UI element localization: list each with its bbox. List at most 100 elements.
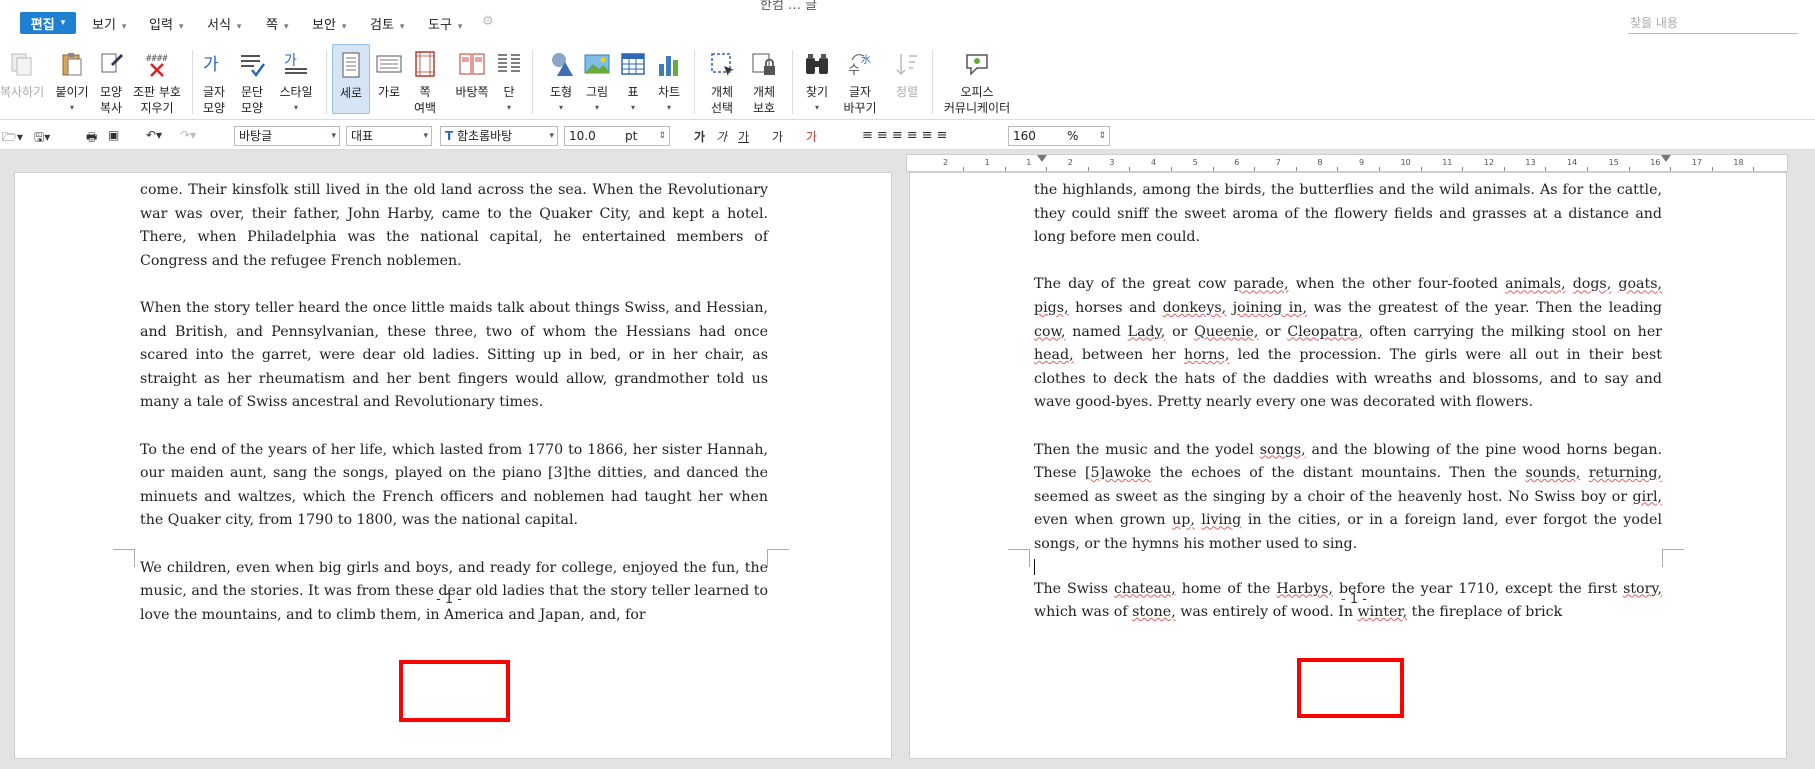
copy-button[interactable]: 복사하기 bbox=[0, 50, 44, 100]
clear-format-marks-button[interactable]: #### 조판 부호 지우기 bbox=[128, 50, 186, 116]
spellcheck-flagged-word[interactable]: [5]awoke bbox=[1085, 465, 1151, 481]
settings-icon[interactable]: ⚙ bbox=[482, 14, 494, 29]
undo-icon[interactable]: ↶▾ bbox=[146, 128, 162, 142]
ribbon-separator bbox=[532, 50, 533, 114]
font-select[interactable]: T 함초롬바탕 ▾ bbox=[440, 126, 558, 146]
print-icon[interactable]: 🖶 bbox=[86, 128, 97, 149]
spellcheck-flagged-word[interactable]: animals, bbox=[1505, 276, 1565, 292]
save-icon[interactable]: 🖫▾ bbox=[34, 128, 50, 149]
open-folder-icon[interactable]: 🗁▾ bbox=[2, 128, 23, 149]
spellcheck-flagged-word[interactable]: songs, bbox=[1260, 442, 1306, 458]
page-margin-button[interactable]: 쪽 여백 bbox=[410, 50, 440, 116]
text-run: named bbox=[1065, 323, 1128, 340]
chart-button[interactable]: 차트 ▾ bbox=[654, 50, 684, 116]
search-input[interactable]: 찾을 내용 bbox=[1628, 14, 1798, 34]
menu-edit[interactable]: 편집 ▾ bbox=[20, 12, 76, 34]
horizontal-ruler[interactable]: 2 1 1 2 3 4 5 6 7 8 9 10 11 12 13 14 15 16 17 18 bbox=[906, 154, 1788, 172]
replace-button[interactable]: 수水 글자 바꾸기 bbox=[840, 50, 880, 116]
landscape-button[interactable]: 가로 bbox=[374, 50, 404, 100]
select-object-button[interactable]: 개체 선택 bbox=[704, 50, 740, 116]
office-communicator-button[interactable]: 오피스 커뮤니케이터 bbox=[940, 50, 1014, 116]
ruler-indent-marker-right[interactable] bbox=[1661, 155, 1671, 162]
spellcheck-flagged-word[interactable]: up, bbox=[1172, 512, 1195, 528]
style-select[interactable]: 바탕글 ▾ bbox=[234, 126, 340, 146]
find-button[interactable]: 찾기 ▾ bbox=[802, 50, 832, 116]
language-select[interactable]: 대표 ▾ bbox=[346, 126, 432, 146]
menu-insert[interactable]: 입력 ▾ bbox=[149, 14, 183, 33]
spellcheck-flagged-word[interactable]: dogs, bbox=[1573, 276, 1612, 292]
spellcheck-flagged-word[interactable]: chateau, bbox=[1114, 581, 1176, 597]
font-color-button[interactable]: 가 bbox=[806, 128, 817, 145]
spellcheck-flagged-word[interactable]: living bbox=[1201, 512, 1241, 528]
page-right-body[interactable]: the highlands, among the birds, the butt… bbox=[1034, 179, 1662, 625]
paragraph[interactable]: the highlands, among the birds, the butt… bbox=[1034, 179, 1662, 250]
paragraph[interactable]: The day of the great cow parade, when th… bbox=[1034, 273, 1662, 415]
bold-button[interactable]: 가 bbox=[694, 128, 705, 145]
format-painter-button[interactable]: 모양 복사 bbox=[96, 50, 126, 116]
font-size-input[interactable]: 10.0 pt ⇕ bbox=[564, 126, 670, 146]
align-center-icon[interactable]: ≡ bbox=[892, 128, 907, 143]
spellcheck-flagged-word[interactable]: Lady, bbox=[1128, 324, 1166, 340]
ruler-tick-mark bbox=[1503, 167, 1505, 171]
spellcheck-flagged-word[interactable]: stone, bbox=[1132, 604, 1176, 620]
columns-button[interactable]: 단 ▾ bbox=[494, 50, 524, 116]
align-right-icon[interactable]: ≡ bbox=[907, 128, 922, 143]
spellcheck-flagged-word[interactable]: goats, bbox=[1618, 276, 1662, 292]
picture-button[interactable]: 그림 ▾ bbox=[582, 50, 612, 116]
preview-icon[interactable]: ▣ bbox=[108, 128, 119, 142]
align-distribute-icon[interactable]: ≡ bbox=[922, 128, 937, 143]
paste-button[interactable]: 붙이기 ▾ bbox=[52, 50, 92, 116]
menu-format[interactable]: 서식 ▾ bbox=[207, 14, 241, 33]
paragraph[interactable]: come. Their kinsfolk still lived in the … bbox=[140, 179, 768, 273]
spellcheck-flagged-word[interactable]: Harbys, bbox=[1276, 581, 1333, 597]
spellcheck-flagged-word[interactable]: donkeys, bbox=[1163, 300, 1227, 316]
portrait-button[interactable]: 세로 bbox=[332, 44, 370, 114]
menu-review[interactable]: 검토 ▾ bbox=[370, 14, 404, 33]
spellcheck-flagged-word[interactable]: sounds, bbox=[1525, 465, 1580, 481]
ruler-indent-marker-left[interactable] bbox=[1037, 155, 1047, 162]
spellcheck-flagged-word[interactable]: horns, bbox=[1184, 347, 1229, 363]
paragraph[interactable]: To the end of the years of her life, whi… bbox=[140, 439, 768, 533]
spellcheck-flagged-word[interactable]: girl, bbox=[1633, 489, 1662, 505]
master-page-label: 바탕쪽 bbox=[455, 85, 489, 99]
spellcheck-flagged-word[interactable]: Cleopatra, bbox=[1287, 324, 1362, 340]
align-justify-icon[interactable]: ≡ bbox=[862, 128, 877, 143]
italic-button[interactable]: 가 bbox=[716, 128, 727, 145]
spellcheck-flagged-word[interactable]: story, bbox=[1623, 581, 1662, 597]
table-button[interactable]: 표 ▾ bbox=[618, 50, 648, 116]
redo-icon[interactable]: ↷▾ bbox=[180, 128, 196, 142]
paragraph[interactable]: Then the music and the yodel songs, and … bbox=[1034, 439, 1662, 557]
align-divide-icon[interactable]: ≡ bbox=[937, 128, 952, 143]
spellcheck-flagged-word[interactable]: parade, bbox=[1234, 276, 1289, 292]
menu-page[interactable]: 쪽 ▾ bbox=[266, 14, 289, 33]
style-button[interactable]: 가 스타일 ▾ bbox=[276, 50, 316, 116]
zoom-input[interactable]: 160% ⇕ bbox=[1008, 126, 1110, 146]
spellcheck-flagged-word[interactable]: Queenie, bbox=[1194, 324, 1258, 340]
paragraph-shape-button[interactable]: 문단 모양 bbox=[236, 50, 268, 116]
char-shape-button[interactable]: 가 글자 모양 bbox=[198, 50, 230, 116]
sort-button[interactable]: 정렬 bbox=[890, 50, 924, 100]
paragraph[interactable]: When the story teller heard the once lit… bbox=[140, 297, 768, 415]
shape-button[interactable]: 도형 ▾ bbox=[546, 50, 576, 116]
master-page-button[interactable]: 바탕쪽 bbox=[452, 50, 492, 100]
spellcheck-flagged-word[interactable]: head, bbox=[1034, 347, 1074, 363]
menu-tools[interactable]: 도구 ▾ bbox=[428, 14, 462, 33]
spellcheck-flagged-word[interactable]: returning, bbox=[1589, 465, 1662, 481]
spellcheck-flagged-word[interactable]: cow, bbox=[1034, 324, 1065, 340]
menu-view[interactable]: 보기 ▾ bbox=[92, 14, 126, 33]
underline-button[interactable]: 가 bbox=[738, 128, 749, 145]
ruler-tick-mark bbox=[1212, 167, 1214, 171]
align-buttons[interactable]: ≡≡≡≡≡≡ bbox=[862, 128, 951, 143]
chevron-down-icon: ▾ bbox=[283, 22, 289, 32]
strike-button[interactable]: 가 bbox=[772, 128, 783, 145]
text-run bbox=[1580, 465, 1588, 481]
menu-security[interactable]: 보안 ▾ bbox=[312, 14, 346, 33]
text-run: before the year 1710, except the first bbox=[1332, 580, 1624, 597]
protect-object-button[interactable]: 개체 보호 bbox=[746, 50, 782, 116]
spellcheck-flagged-word[interactable]: joining in, bbox=[1233, 300, 1307, 316]
portrait-page-icon bbox=[342, 52, 360, 78]
page-left-body[interactable]: come. Their kinsfolk still lived in the … bbox=[140, 179, 768, 627]
ruler-tick-mark bbox=[1087, 167, 1089, 171]
spellcheck-flagged-word[interactable]: pigs, bbox=[1034, 300, 1069, 316]
align-left-icon[interactable]: ≡ bbox=[877, 128, 892, 143]
